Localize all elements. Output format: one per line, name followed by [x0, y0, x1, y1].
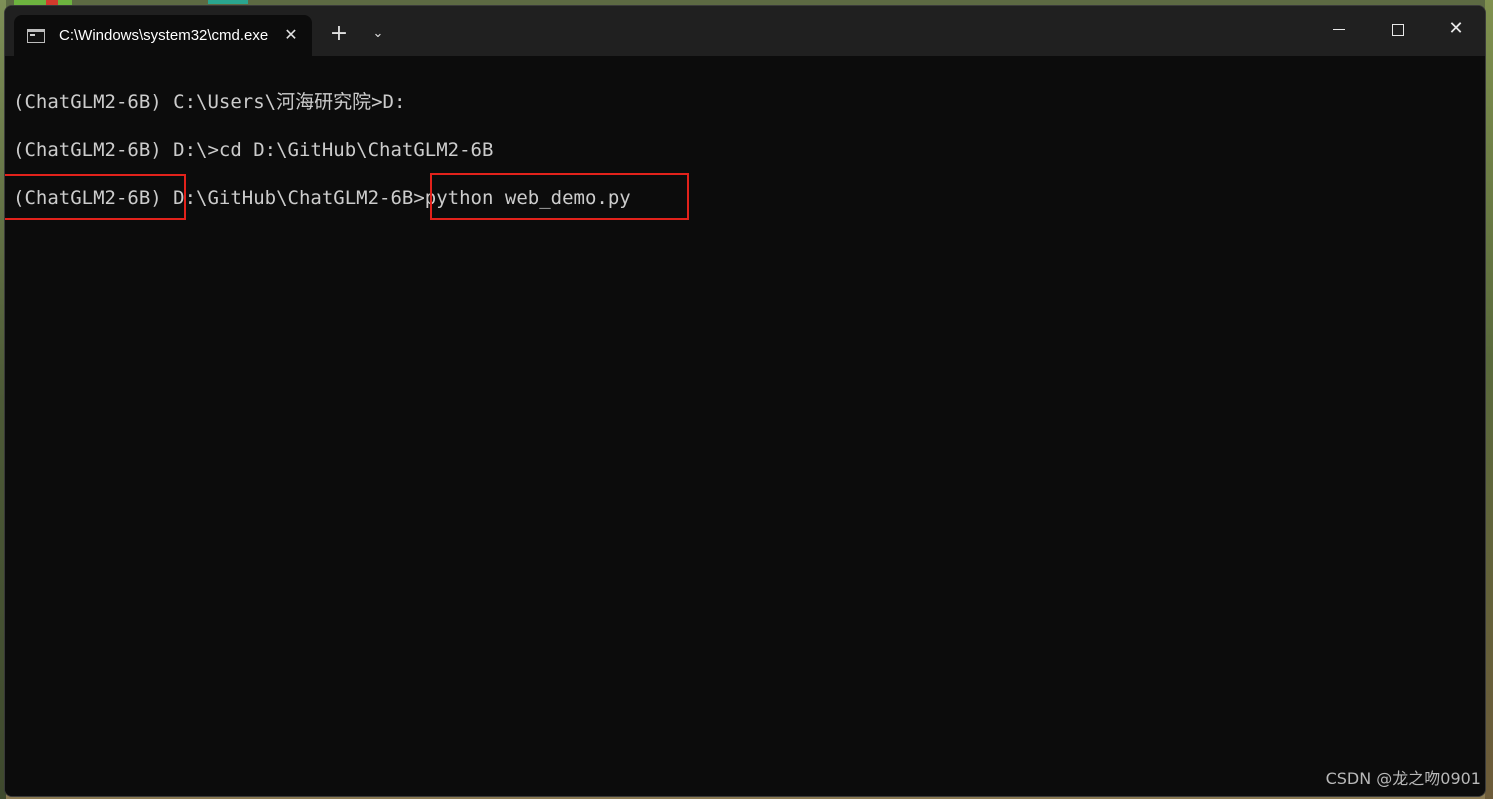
desktop-taskbar-fragment — [208, 0, 248, 4]
highlight-box-command — [430, 173, 689, 220]
close-icon: ✕ — [1448, 18, 1464, 39]
highlight-box-environment — [5, 174, 186, 220]
new-tab-button[interactable]: + — [325, 20, 353, 48]
chevron-down-icon[interactable]: ⌄ — [364, 20, 392, 48]
close-button[interactable]: ✕ — [1427, 6, 1485, 52]
tab-close-button[interactable]: ✕ — [279, 23, 303, 47]
desktop-background-right — [1485, 0, 1493, 799]
maximize-icon — [1392, 23, 1404, 36]
console-line: (ChatGLM2-6B) D:\>cd D:\GitHub\ChatGLM2-… — [13, 139, 494, 161]
maximize-button[interactable] — [1369, 6, 1427, 52]
minimize-icon — [1333, 29, 1345, 30]
terminal-window: C:\Windows\system32\cmd.exe ✕ + ⌄ ✕ (Cha… — [4, 5, 1486, 797]
cmd-icon — [27, 29, 45, 43]
console-output[interactable]: (ChatGLM2-6B) C:\Users\河海研究院>D: (ChatGLM… — [5, 56, 1485, 796]
watermark: CSDN @龙之吻0901 — [1325, 769, 1481, 788]
title-bar[interactable]: C:\Windows\system32\cmd.exe ✕ + ⌄ ✕ — [5, 6, 1485, 56]
minimize-button[interactable] — [1310, 6, 1368, 52]
tab-cmd[interactable]: C:\Windows\system32\cmd.exe ✕ — [14, 15, 312, 56]
console-line: (ChatGLM2-6B) C:\Users\河海研究院>D: — [13, 91, 406, 113]
tab-title: C:\Windows\system32\cmd.exe — [59, 27, 268, 44]
